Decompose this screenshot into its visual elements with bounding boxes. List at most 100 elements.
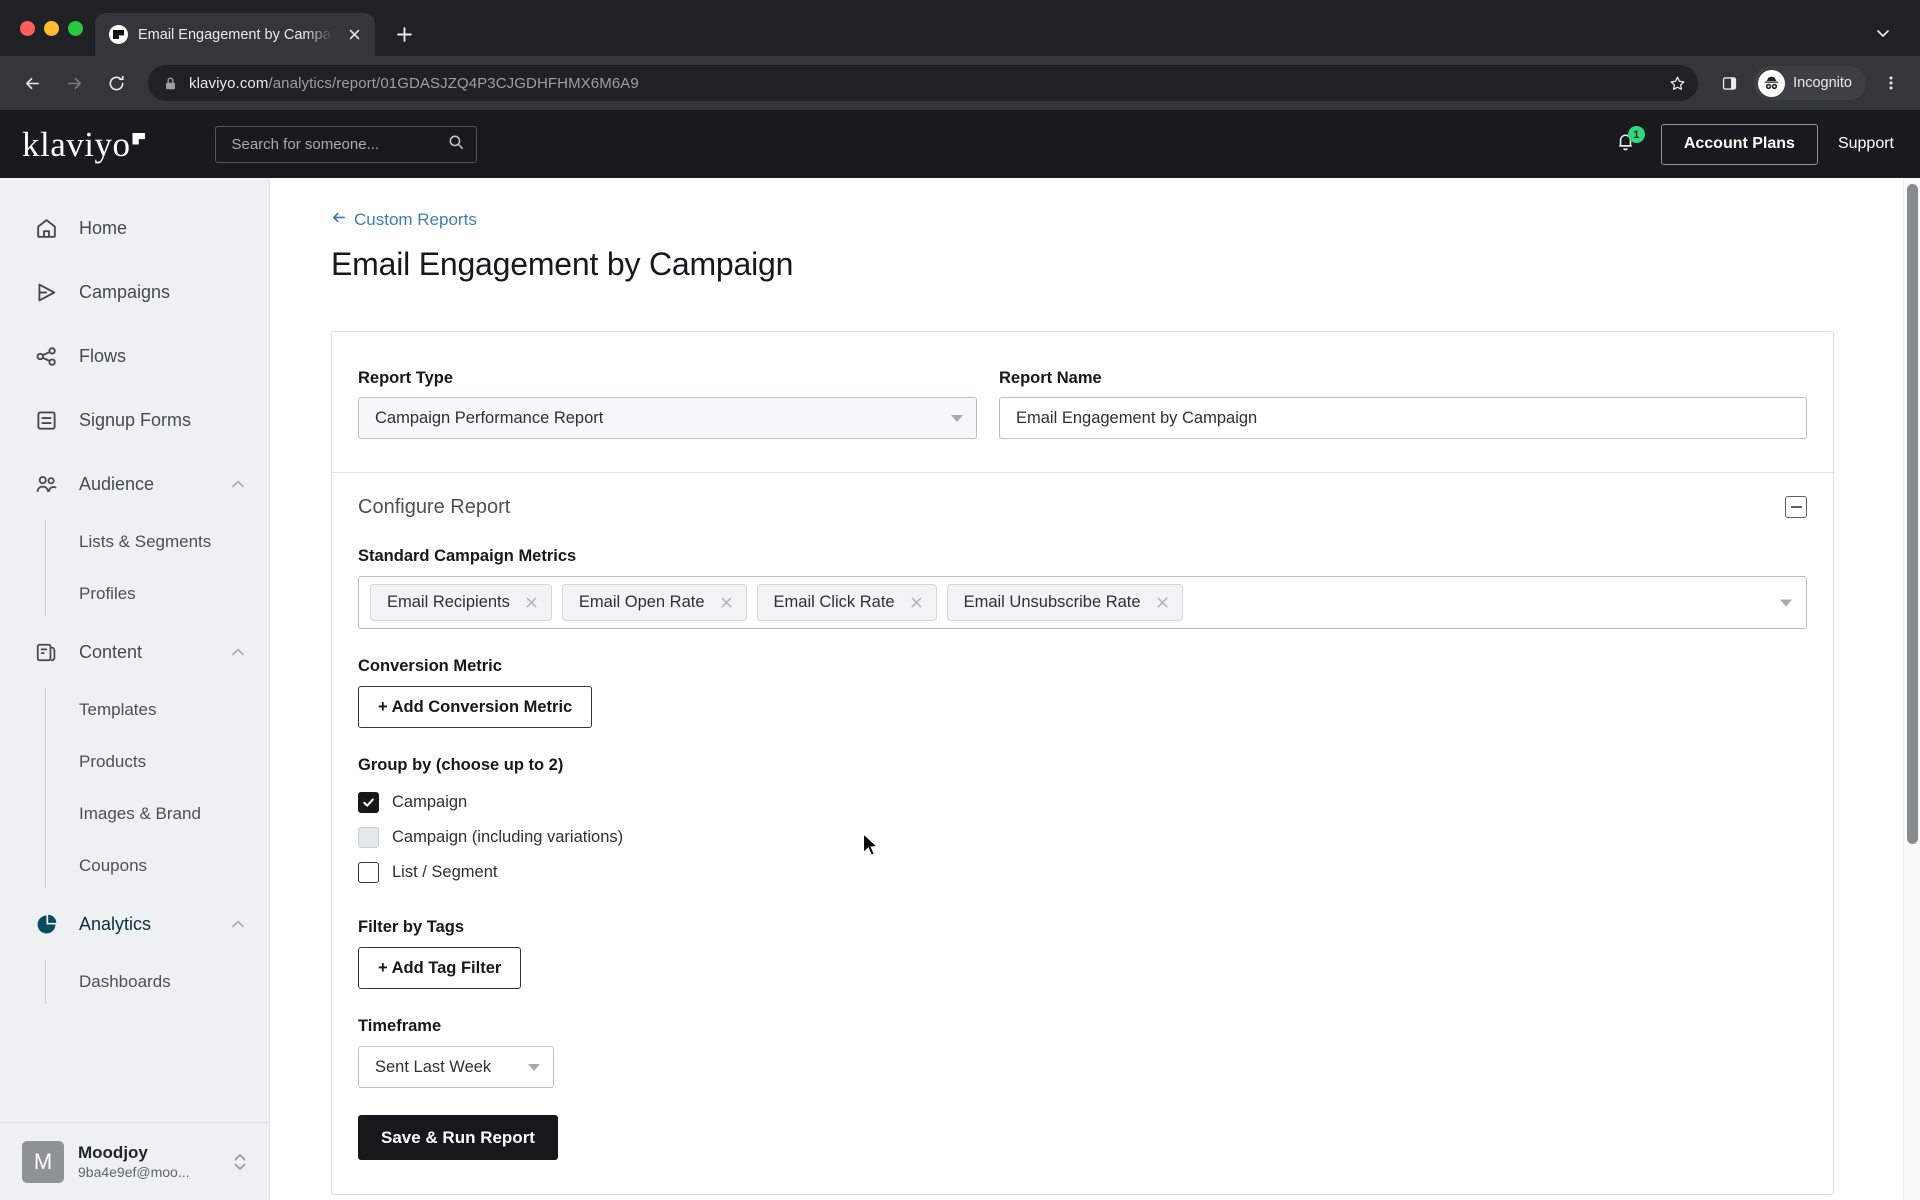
sidebar-item-flows[interactable]: Flows (0, 324, 269, 388)
checkbox-label: Campaign (392, 793, 468, 811)
incognito-profile-button[interactable]: Incognito (1754, 66, 1866, 100)
close-icon[interactable] (719, 595, 734, 610)
report-name-input[interactable] (999, 397, 1807, 439)
checkbox-label: List / Segment (392, 863, 498, 881)
sidebar-item-profiles[interactable]: Profiles (0, 568, 269, 620)
timeframe-label: Timeframe (358, 1017, 442, 1035)
klaviyo-logo[interactable]: klaviyo (22, 124, 146, 164)
filter-by-tags-label: Filter by Tags (358, 918, 465, 936)
support-link[interactable]: Support (1838, 135, 1894, 153)
browser-tab-strip: Email Engagement by Campaig (0, 0, 1920, 56)
signup-forms-icon (33, 407, 60, 434)
chevron-up-icon[interactable] (229, 643, 247, 661)
chevron-down-icon[interactable] (1872, 22, 1894, 44)
sidebar-item-coupons[interactable]: Coupons (0, 840, 269, 892)
klaviyo-flag-icon (132, 132, 146, 145)
browser-tab[interactable]: Email Engagement by Campaig (95, 13, 375, 56)
page-scrollbar[interactable] (1903, 178, 1920, 1200)
notifications-button[interactable]: 1 (1611, 126, 1645, 159)
sidebar-item-images-brand[interactable]: Images & Brand (0, 788, 269, 840)
address-bar[interactable]: klaviyo.com/analytics/report/01GDASJZQ4P… (148, 65, 1699, 101)
metric-chip[interactable]: Email Click Rate (756, 584, 937, 621)
caret-down-icon (951, 414, 963, 422)
sidebar-item-products[interactable]: Products (0, 736, 269, 788)
account-plans-button[interactable]: Account Plans (1660, 123, 1818, 165)
sidebar-item-dashboards[interactable]: Dashboards (0, 956, 269, 1008)
reload-icon[interactable] (98, 65, 134, 101)
incognito-icon (1758, 69, 1786, 97)
side-panel-icon[interactable] (1712, 66, 1746, 100)
avatar: M (22, 1140, 64, 1183)
close-icon[interactable] (343, 24, 365, 46)
url-host: klaviyo.com (189, 74, 269, 92)
metric-chip[interactable]: Email Recipients (370, 584, 552, 621)
standard-metrics-multiselect[interactable]: Email Recipients Email Open Rate Email C… (358, 576, 1807, 629)
forward-arrow-icon[interactable] (56, 65, 92, 101)
standard-metrics-label: Standard Campaign Metrics (358, 547, 577, 565)
close-icon[interactable] (524, 595, 539, 610)
new-tab-button[interactable] (387, 17, 421, 51)
close-icon[interactable] (1155, 595, 1170, 610)
checkbox[interactable] (358, 827, 379, 848)
metric-chip[interactable]: Email Open Rate (561, 584, 747, 621)
group-by-option-campaign[interactable]: Campaign (358, 785, 1807, 820)
scrollbar-thumb[interactable] (1907, 184, 1918, 844)
group-by-option-list-segment[interactable]: List / Segment (358, 855, 1807, 890)
sidebar-item-audience[interactable]: Audience (0, 452, 269, 516)
report-type-label: Report Type (358, 369, 454, 387)
back-arrow-icon (331, 210, 346, 230)
sidebar-item-templates[interactable]: Templates (0, 684, 269, 736)
maximize-window-button[interactable] (68, 20, 83, 36)
breadcrumb[interactable]: Custom Reports (331, 210, 1860, 230)
add-conversion-metric-button[interactable]: + Add Conversion Metric (358, 686, 593, 728)
configure-report-title: Configure Report (358, 496, 511, 518)
metric-chip-label: Email Recipients (387, 593, 510, 611)
chevron-up-icon[interactable] (229, 475, 247, 493)
sidebar: Home Campaigns Flows Signup Forms Audien… (0, 178, 270, 1200)
klaviyo-app-header: klaviyo 1 Account Plans Support (0, 110, 1920, 178)
back-arrow-icon[interactable] (14, 65, 50, 101)
timeframe-select[interactable]: Sent Last Week (358, 1046, 554, 1088)
conversion-metric-label: Conversion Metric (358, 657, 502, 675)
close-window-button[interactable] (20, 20, 35, 36)
kebab-menu-icon[interactable] (1876, 66, 1906, 100)
sidebar-item-home[interactable]: Home (0, 196, 269, 260)
minimize-window-button[interactable] (44, 20, 59, 36)
global-search[interactable] (215, 125, 478, 163)
sidebar-subitem-label: Templates (79, 700, 157, 719)
add-tag-filter-button[interactable]: + Add Tag Filter (358, 947, 522, 989)
page-viewport: klaviyo 1 Account Plans Support (0, 110, 1920, 1200)
sidebar-item-lists-segments[interactable]: Lists & Segments (0, 516, 269, 568)
account-switcher[interactable]: M Moodjoy 9ba4e9ef@moo... (0, 1122, 269, 1200)
chevron-up-icon[interactable] (229, 915, 247, 933)
lock-icon (164, 76, 177, 91)
sidebar-item-label: Campaigns (79, 281, 171, 302)
search-input[interactable] (231, 135, 441, 153)
report-type-select[interactable]: Campaign Performance Report (358, 397, 977, 439)
home-icon (33, 215, 60, 242)
sidebar-item-content[interactable]: Content (0, 620, 269, 684)
sidebar-item-analytics[interactable]: Analytics (0, 892, 269, 956)
up-down-chevron-icon[interactable] (231, 1149, 249, 1175)
content-pages-icon (33, 639, 60, 666)
close-icon[interactable] (909, 595, 924, 610)
sidebar-item-label: Home (79, 217, 128, 238)
caret-down-icon (528, 1063, 540, 1071)
save-and-run-report-button[interactable]: Save & Run Report (358, 1115, 558, 1160)
group-by-option-campaign-variations[interactable]: Campaign (including variations) (358, 820, 1807, 855)
app-body: Home Campaigns Flows Signup Forms Audien… (0, 178, 1920, 1200)
sidebar-item-campaigns[interactable]: Campaigns (0, 260, 269, 324)
caret-down-icon[interactable] (1780, 599, 1792, 606)
incognito-label: Incognito (1793, 75, 1852, 91)
sidebar-subitem-label: Profiles (79, 584, 136, 603)
bookmark-star-icon[interactable] (1662, 68, 1692, 98)
account-email: 9ba4e9ef@moo... (78, 1164, 190, 1180)
sidebar-item-signup-forms[interactable]: Signup Forms (0, 388, 269, 452)
checkbox[interactable] (358, 862, 379, 883)
klaviyo-logo-text: klaviyo (22, 124, 131, 164)
checkbox[interactable] (358, 792, 379, 813)
timeframe-value: Sent Last Week (375, 1057, 492, 1076)
metric-chip[interactable]: Email Unsubscribe Rate (946, 584, 1183, 621)
collapse-minus-icon[interactable] (1785, 496, 1807, 518)
group-by-label: Group by (choose up to 2) (358, 756, 564, 774)
